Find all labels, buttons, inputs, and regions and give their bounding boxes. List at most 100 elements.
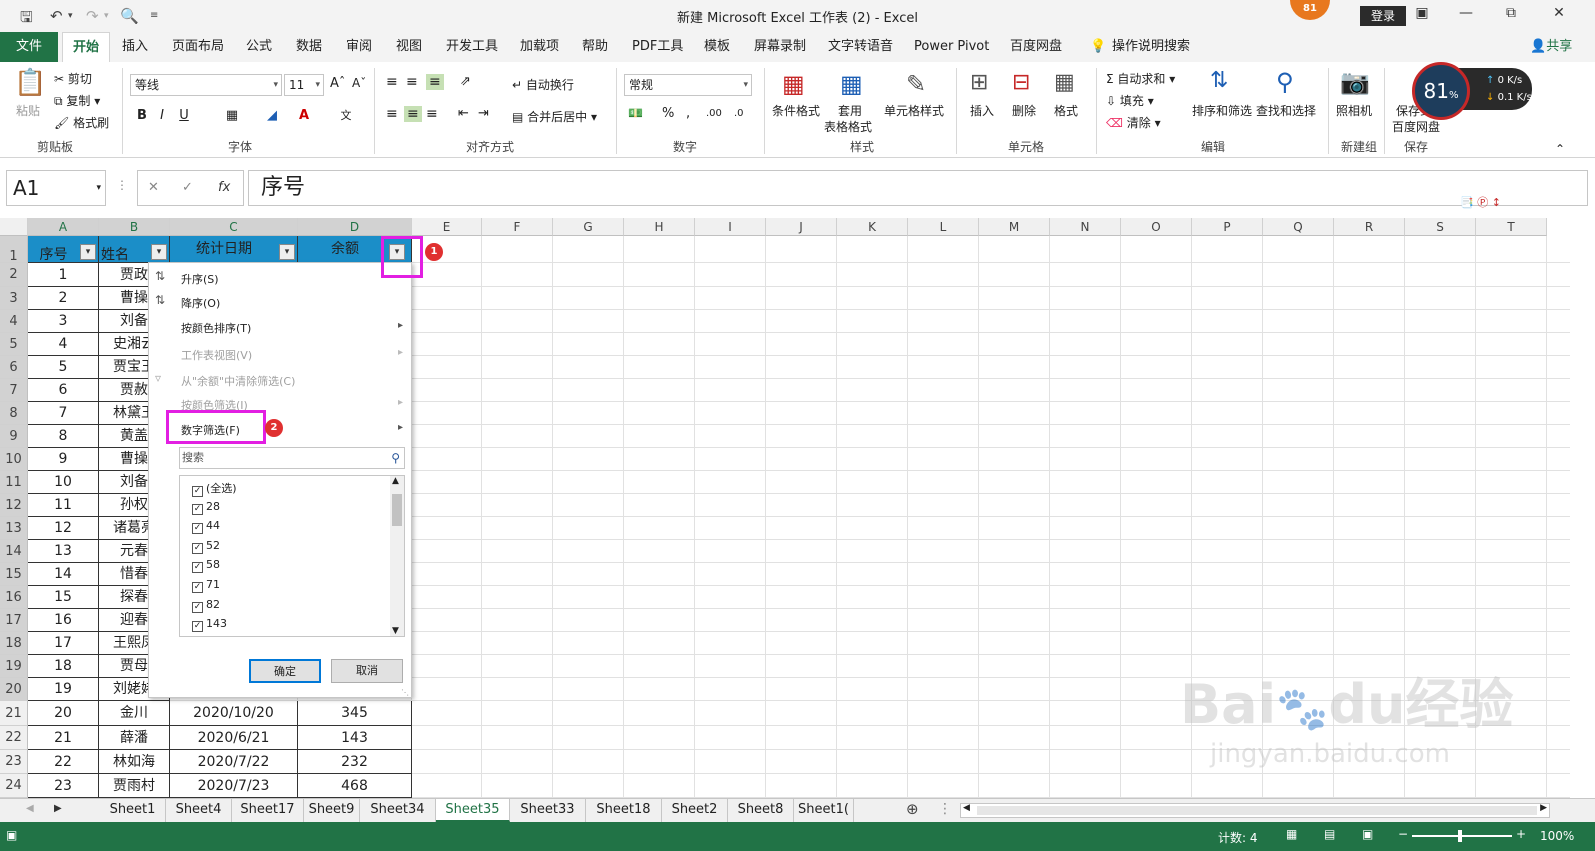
- checkbox-checked-icon[interactable]: ✓: [192, 523, 203, 535]
- checkbox-checked-icon[interactable]: ✓: [192, 562, 203, 574]
- row-header[interactable]: 5: [0, 333, 28, 356]
- column-header[interactable]: O: [1121, 218, 1192, 236]
- tab-developer[interactable]: 开发工具: [446, 32, 498, 62]
- enter-icon[interactable]: ✓: [182, 171, 193, 205]
- table-cell[interactable]: 12: [28, 517, 99, 540]
- filter-value-item[interactable]: ✓ (全选): [192, 480, 237, 497]
- table-cell[interactable]: 22: [28, 750, 99, 774]
- save-baidu-line2[interactable]: 百度网盘: [1392, 118, 1440, 135]
- clear-button[interactable]: ⌫ 清除 ▾: [1106, 114, 1161, 131]
- row-header[interactable]: 14: [0, 540, 28, 563]
- row-header[interactable]: 21: [0, 701, 28, 726]
- checkbox-checked-icon[interactable]: ✓: [192, 601, 203, 613]
- list-scrollbar[interactable]: ▲ ▼: [390, 476, 404, 636]
- tab-formulas[interactable]: 公式: [246, 32, 272, 62]
- sheet-tab[interactable]: Sheet9: [304, 799, 360, 822]
- zoom-in-icon[interactable]: +: [1516, 827, 1526, 841]
- checkbox-checked-icon[interactable]: ✓: [192, 503, 203, 515]
- format-painter-button[interactable]: 🖌 格式刷: [54, 114, 109, 131]
- row-header[interactable]: 1: [0, 236, 28, 264]
- table-cell[interactable]: 5: [28, 356, 99, 379]
- resize-grip-icon[interactable]: ⋱: [401, 688, 409, 697]
- restore-icon[interactable]: ⧉: [1497, 5, 1525, 21]
- grow-font-icon[interactable]: Aˆ: [330, 76, 345, 91]
- column-header[interactable]: K: [837, 218, 908, 236]
- table-cell[interactable]: 17: [28, 632, 99, 655]
- filter-dropdown-button[interactable]: ▾: [80, 244, 96, 260]
- cancel-icon[interactable]: ✕: [148, 171, 159, 205]
- orientation-icon[interactable]: ⇗: [460, 74, 471, 89]
- table-cell[interactable]: 345: [298, 701, 412, 726]
- align-right-icon[interactable]: ≡: [426, 106, 438, 122]
- formula-input[interactable]: 序号: [248, 170, 1588, 206]
- percent-icon[interactable]: %: [662, 106, 674, 121]
- row-header[interactable]: 22: [0, 726, 28, 750]
- row-header[interactable]: 23: [0, 750, 28, 774]
- column-header[interactable]: I: [695, 218, 766, 236]
- column-header[interactable]: L: [908, 218, 979, 236]
- format-as-table-line1[interactable]: 套用: [838, 102, 862, 119]
- filter-value-item[interactable]: ✓ 143: [192, 617, 227, 633]
- row-header[interactable]: 13: [0, 517, 28, 540]
- tell-me-search[interactable]: 操作说明搜索: [1112, 32, 1190, 62]
- addin-tray-icons[interactable]: 📑 Ⓟ ↕: [1460, 194, 1501, 210]
- decrease-indent-icon[interactable]: ⇤: [458, 106, 469, 121]
- phonetic-icon[interactable]: 文: [336, 106, 356, 126]
- table-cell[interactable]: 贾雨村: [99, 774, 170, 798]
- table-cell[interactable]: 16: [28, 609, 99, 632]
- border-icon[interactable]: ▦: [222, 106, 242, 126]
- filter-value-item[interactable]: ✓ 58: [192, 558, 220, 574]
- table-cell[interactable]: 143: [298, 726, 412, 750]
- font-size-combo[interactable]: 11 ▾: [284, 74, 324, 96]
- checkbox-checked-icon[interactable]: ✓: [192, 486, 203, 497]
- scroll-down-icon[interactable]: ▼: [392, 626, 399, 636]
- column-header[interactable]: F: [482, 218, 553, 236]
- format-cells-label[interactable]: 格式: [1054, 102, 1078, 119]
- column-header[interactable]: P: [1192, 218, 1263, 236]
- column-header[interactable]: B: [99, 218, 170, 236]
- filter-search-input[interactable]: 搜索 ⚲: [179, 447, 405, 469]
- sheet-tab[interactable]: Sheet2: [662, 799, 728, 822]
- align-left-icon[interactable]: ≡: [386, 106, 398, 122]
- column-header[interactable]: N: [1050, 218, 1121, 236]
- column-header[interactable]: E: [412, 218, 482, 236]
- page-break-icon[interactable]: ▣: [1362, 827, 1373, 841]
- sheet-tab[interactable]: Sheet17: [232, 799, 304, 822]
- close-icon[interactable]: ✕: [1545, 5, 1573, 21]
- font-name-combo[interactable]: 等线 ▾: [130, 74, 282, 96]
- row-header[interactable]: 24: [0, 774, 28, 798]
- bold-button[interactable]: B: [132, 106, 152, 126]
- table-header-cell[interactable]: 统计日期 ▾: [170, 236, 298, 263]
- column-header[interactable]: T: [1476, 218, 1547, 236]
- table-cell[interactable]: 8: [28, 425, 99, 448]
- table-cell[interactable]: 2020/7/22: [170, 750, 298, 774]
- column-header[interactable]: Q: [1263, 218, 1334, 236]
- checkbox-checked-icon[interactable]: ✓: [192, 542, 203, 554]
- table-cell[interactable]: 13: [28, 540, 99, 563]
- scroll-right-icon[interactable]: ▶: [54, 803, 62, 814]
- ribbon-display-icon[interactable]: ▣: [1408, 5, 1436, 21]
- column-header[interactable]: R: [1334, 218, 1405, 236]
- row-header[interactable]: 6: [0, 356, 28, 379]
- tab-templates[interactable]: 模板: [704, 32, 730, 62]
- find-select-icon[interactable]: ⚲: [1276, 68, 1308, 98]
- table-cell[interactable]: 20: [28, 701, 99, 726]
- cut-button[interactable]: ✂ 剪切: [54, 70, 92, 87]
- table-cell[interactable]: 2020/6/21: [170, 726, 298, 750]
- checkbox-checked-icon[interactable]: ✓: [192, 582, 203, 593]
- find-select-label[interactable]: 查找和选择: [1256, 102, 1316, 119]
- normal-view-icon[interactable]: ▦: [1286, 827, 1297, 841]
- ok-button[interactable]: 确定: [249, 659, 321, 683]
- sheet-tab[interactable]: Sheet1: [100, 799, 166, 822]
- table-cell[interactable]: 23: [28, 774, 99, 798]
- row-header[interactable]: 10: [0, 448, 28, 471]
- table-cell[interactable]: 6: [28, 379, 99, 402]
- row-header[interactable]: 20: [0, 678, 28, 701]
- table-cell[interactable]: 2020/7/23: [170, 774, 298, 798]
- checkbox-checked-icon[interactable]: ✓: [192, 621, 203, 633]
- underline-button[interactable]: U: [174, 106, 194, 126]
- scroll-left-icon[interactable]: ◀: [963, 803, 970, 813]
- tab-baidu-pan[interactable]: 百度网盘: [1010, 32, 1062, 62]
- sort-filter-icon[interactable]: ⇅: [1210, 68, 1242, 98]
- filter-value-item[interactable]: ✓ 71: [192, 578, 220, 593]
